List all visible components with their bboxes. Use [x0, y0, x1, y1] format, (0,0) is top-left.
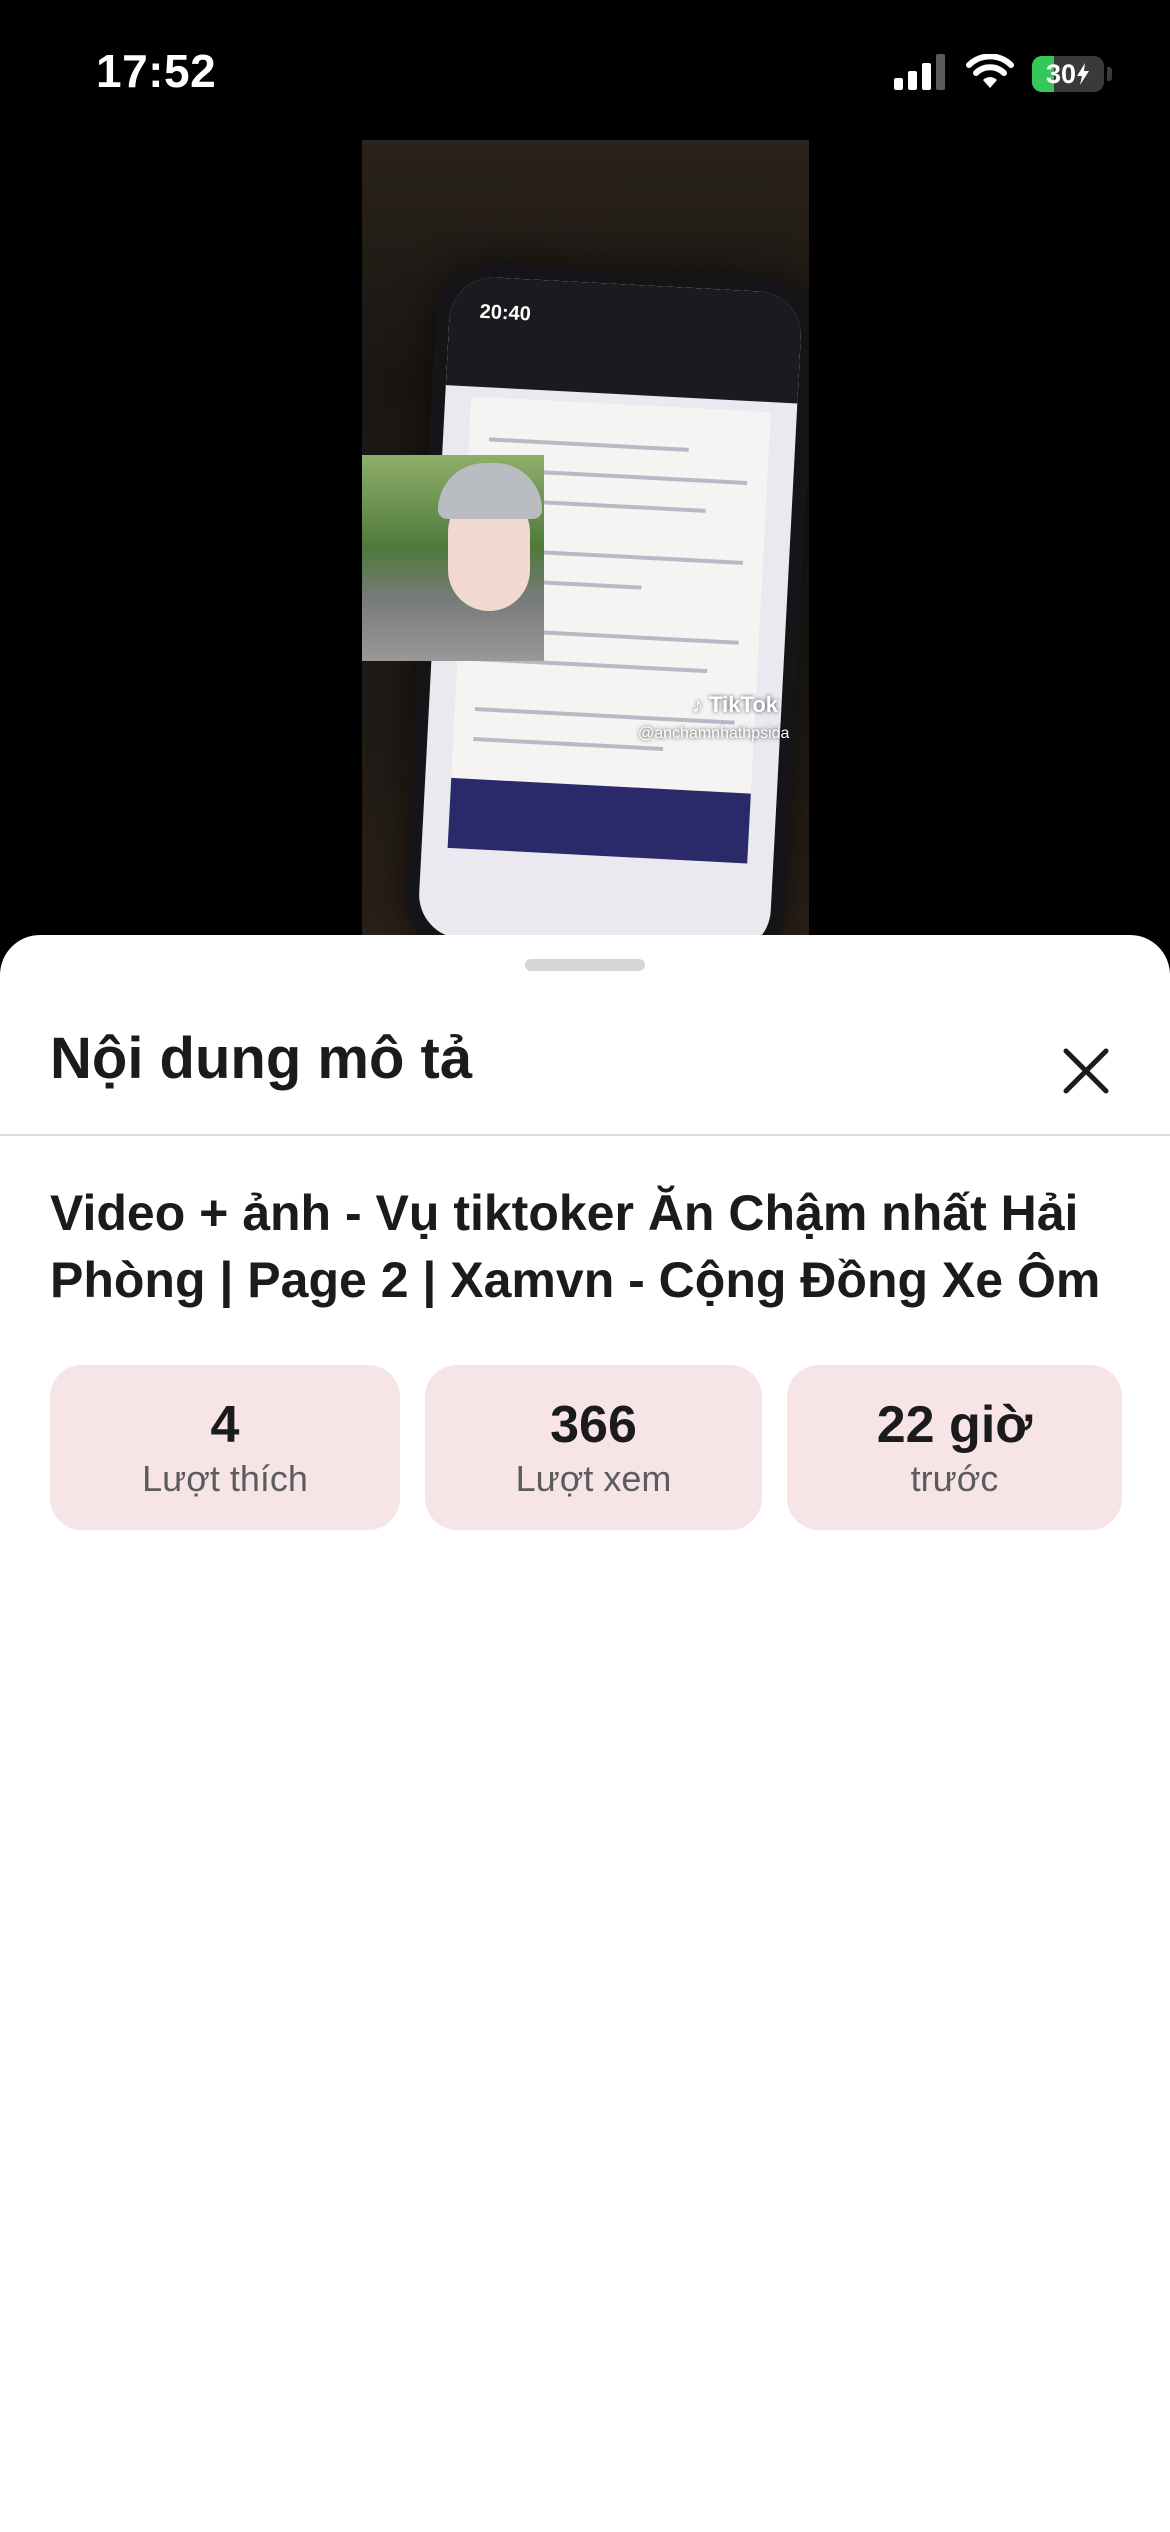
wifi-icon: [966, 52, 1014, 95]
sheet-header: Nội dung mô tả: [0, 935, 1170, 1135]
posted-time-stat-card: 22 giờ trước: [787, 1365, 1122, 1530]
views-stat-card: 366 Lượt xem: [425, 1365, 762, 1530]
battery-percent: 30: [1045, 58, 1077, 89]
close-button[interactable]: [1050, 1035, 1122, 1107]
description-sheet: Nội dung mô tả Video + ảnh - Vụ tiktoker…: [0, 935, 1170, 2532]
picture-in-picture-thumbnail: [362, 455, 544, 661]
close-icon: [1063, 1048, 1109, 1094]
posted-time-label: trước: [910, 1457, 999, 1499]
battery-cap: [1107, 67, 1112, 81]
sheet-title: Nội dung mô tả: [50, 1026, 473, 1091]
tiktok-watermark: ♪ TikTok: [692, 692, 778, 717]
stats-row: 4 Lượt thích 366 Lượt xem 22 giờ trước: [50, 1365, 1122, 1530]
status-bar: 17:52 30: [0, 0, 1170, 140]
bolt-icon: [1077, 63, 1090, 85]
cellular-signal-icon: [894, 53, 948, 95]
likes-stat-card: 4 Lượt thích: [50, 1365, 400, 1530]
battery-charging-icon: 30: [1032, 56, 1104, 92]
tiktok-logo-icon: ♪: [692, 692, 703, 717]
tiktok-handle: @anchamnhathpsida: [638, 725, 790, 742]
views-label: Lượt xem: [515, 1457, 672, 1499]
views-count: 366: [550, 1395, 637, 1454]
video-player[interactable]: 20:40 ♪ TikTok @anchamnhathpsida: [362, 140, 809, 935]
status-icons: 30: [894, 52, 1112, 96]
status-time: 17:52: [96, 45, 217, 97]
likes-label: Lượt thích: [142, 1457, 308, 1499]
article-title: Video + ảnh - Vụ tiktoker Ăn Chậm nhất H…: [50, 1185, 1101, 1308]
posted-time-value: 22 giờ: [876, 1395, 1033, 1454]
likes-count: 4: [210, 1395, 240, 1454]
phone-clock: 20:40: [479, 300, 532, 326]
divider: [0, 1134, 1170, 1136]
